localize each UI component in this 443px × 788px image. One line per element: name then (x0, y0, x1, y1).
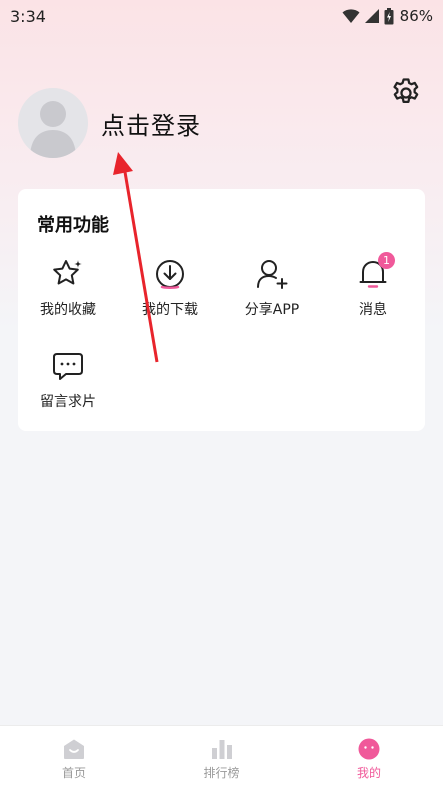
login-link[interactable]: 点击登录 (101, 106, 201, 141)
request-film-button[interactable]: 留言求片 (18, 349, 118, 419)
request-film-label: 留言求片 (40, 394, 96, 410)
share-app-button[interactable]: 分享APP (222, 257, 322, 327)
star-icon (53, 260, 82, 285)
downloads-button[interactable]: 我的下载 (120, 257, 220, 327)
nav-profile-label: 我的 (356, 766, 381, 780)
signal-icon (364, 9, 379, 23)
messages-button[interactable]: 1 消息 (323, 252, 423, 327)
messages-label: 消息 (359, 302, 387, 318)
share-app-label: 分享APP (244, 302, 300, 318)
add-user-icon (257, 260, 288, 289)
wifi-icon (342, 9, 360, 23)
features-title: 常用功能 (37, 215, 109, 236)
favorites-label: 我的收藏 (40, 302, 96, 318)
nav-profile[interactable]: 我的 (319, 726, 419, 788)
nav-home[interactable]: 首页 (24, 726, 124, 788)
status-time: 3:34 (10, 6, 46, 26)
message-badge: 1 (378, 252, 395, 269)
battery-percent: 86% (399, 7, 433, 25)
features-card: 常用功能 我的收藏 我的下载 分享APP 1 消息 留言求片 (18, 189, 425, 431)
bottom-nav: 首页 排行榜 我的 (0, 725, 443, 788)
battery-icon (384, 7, 394, 24)
default-avatar-icon (30, 101, 76, 158)
nav-ranking-label: 排行榜 (203, 766, 240, 780)
settings-button[interactable] (389, 76, 423, 110)
status-icons: 86% (342, 7, 433, 25)
message-icon (53, 353, 83, 380)
nav-ranking[interactable]: 排行榜 (172, 726, 272, 788)
profile-icon (358, 738, 380, 760)
status-bar: 3:34 86% (0, 0, 443, 32)
downloads-label: 我的下载 (142, 302, 198, 318)
download-icon (156, 260, 184, 289)
home-icon (64, 739, 84, 759)
avatar[interactable] (18, 88, 88, 158)
gear-icon (393, 78, 419, 104)
ranking-icon (211, 740, 232, 759)
favorites-button[interactable]: 我的收藏 (18, 257, 118, 327)
nav-home-label: 首页 (61, 766, 86, 780)
